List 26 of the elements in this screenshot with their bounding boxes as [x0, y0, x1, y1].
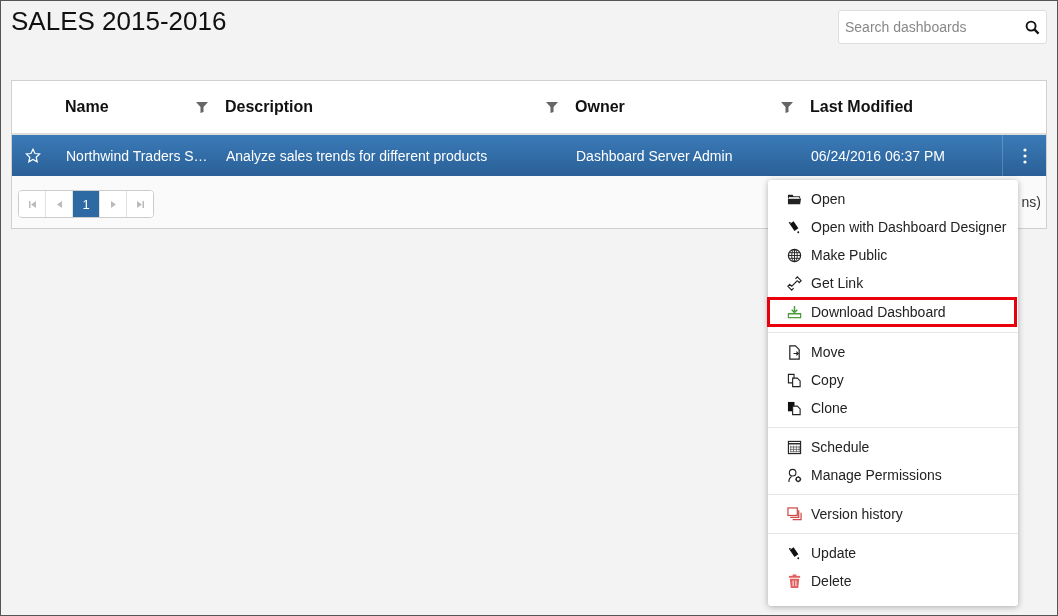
- menu-item[interactable]: Get Link: [768, 269, 1018, 297]
- menu-item[interactable]: Open with Dashboard Designer: [768, 213, 1018, 241]
- menu-item[interactable]: Copy: [768, 366, 1018, 394]
- menu-item[interactable]: Update: [768, 539, 1018, 567]
- menu-item[interactable]: Clone: [768, 394, 1018, 422]
- column-header[interactable]: Description: [213, 98, 545, 116]
- page-title: SALES 2015-2016: [11, 6, 227, 36]
- menu-item[interactable]: Schedule: [768, 433, 1018, 461]
- menu-item[interactable]: Open: [768, 185, 1018, 213]
- menu-item[interactable]: Download Dashboard: [767, 297, 1017, 327]
- menu-item[interactable]: Version history: [768, 500, 1018, 528]
- column-header[interactable]: Last Modified: [798, 98, 1002, 116]
- page-button[interactable]: 1: [73, 191, 100, 217]
- column-header[interactable]: Name: [53, 98, 195, 116]
- column-header[interactable]: Owner: [563, 98, 780, 116]
- search-field[interactable]: Search dashboards: [838, 10, 1047, 44]
- menu-item[interactable]: Move: [768, 338, 1018, 366]
- menu-item[interactable]: Manage Permissions: [768, 461, 1018, 489]
- menu-item[interactable]: Make Public: [768, 241, 1018, 269]
- table-cell-text: Analyze sales trends for different products: [225, 147, 489, 164]
- table-cell-text: Northwind Traders S…: [65, 147, 209, 164]
- pager-info: ns): [1021, 194, 1041, 210]
- table-cell-text: 06/24/2016 06:37 PM: [810, 147, 946, 164]
- table-row[interactable]: Northwind Traders S… Analyze sales trends for different products Dashboard Server Admin 06/24/2016 06:37 PM: [12, 135, 1046, 176]
- menu-item[interactable]: Delete: [768, 567, 1018, 595]
- table-cell-text: Dashboard Server Admin: [575, 147, 734, 164]
